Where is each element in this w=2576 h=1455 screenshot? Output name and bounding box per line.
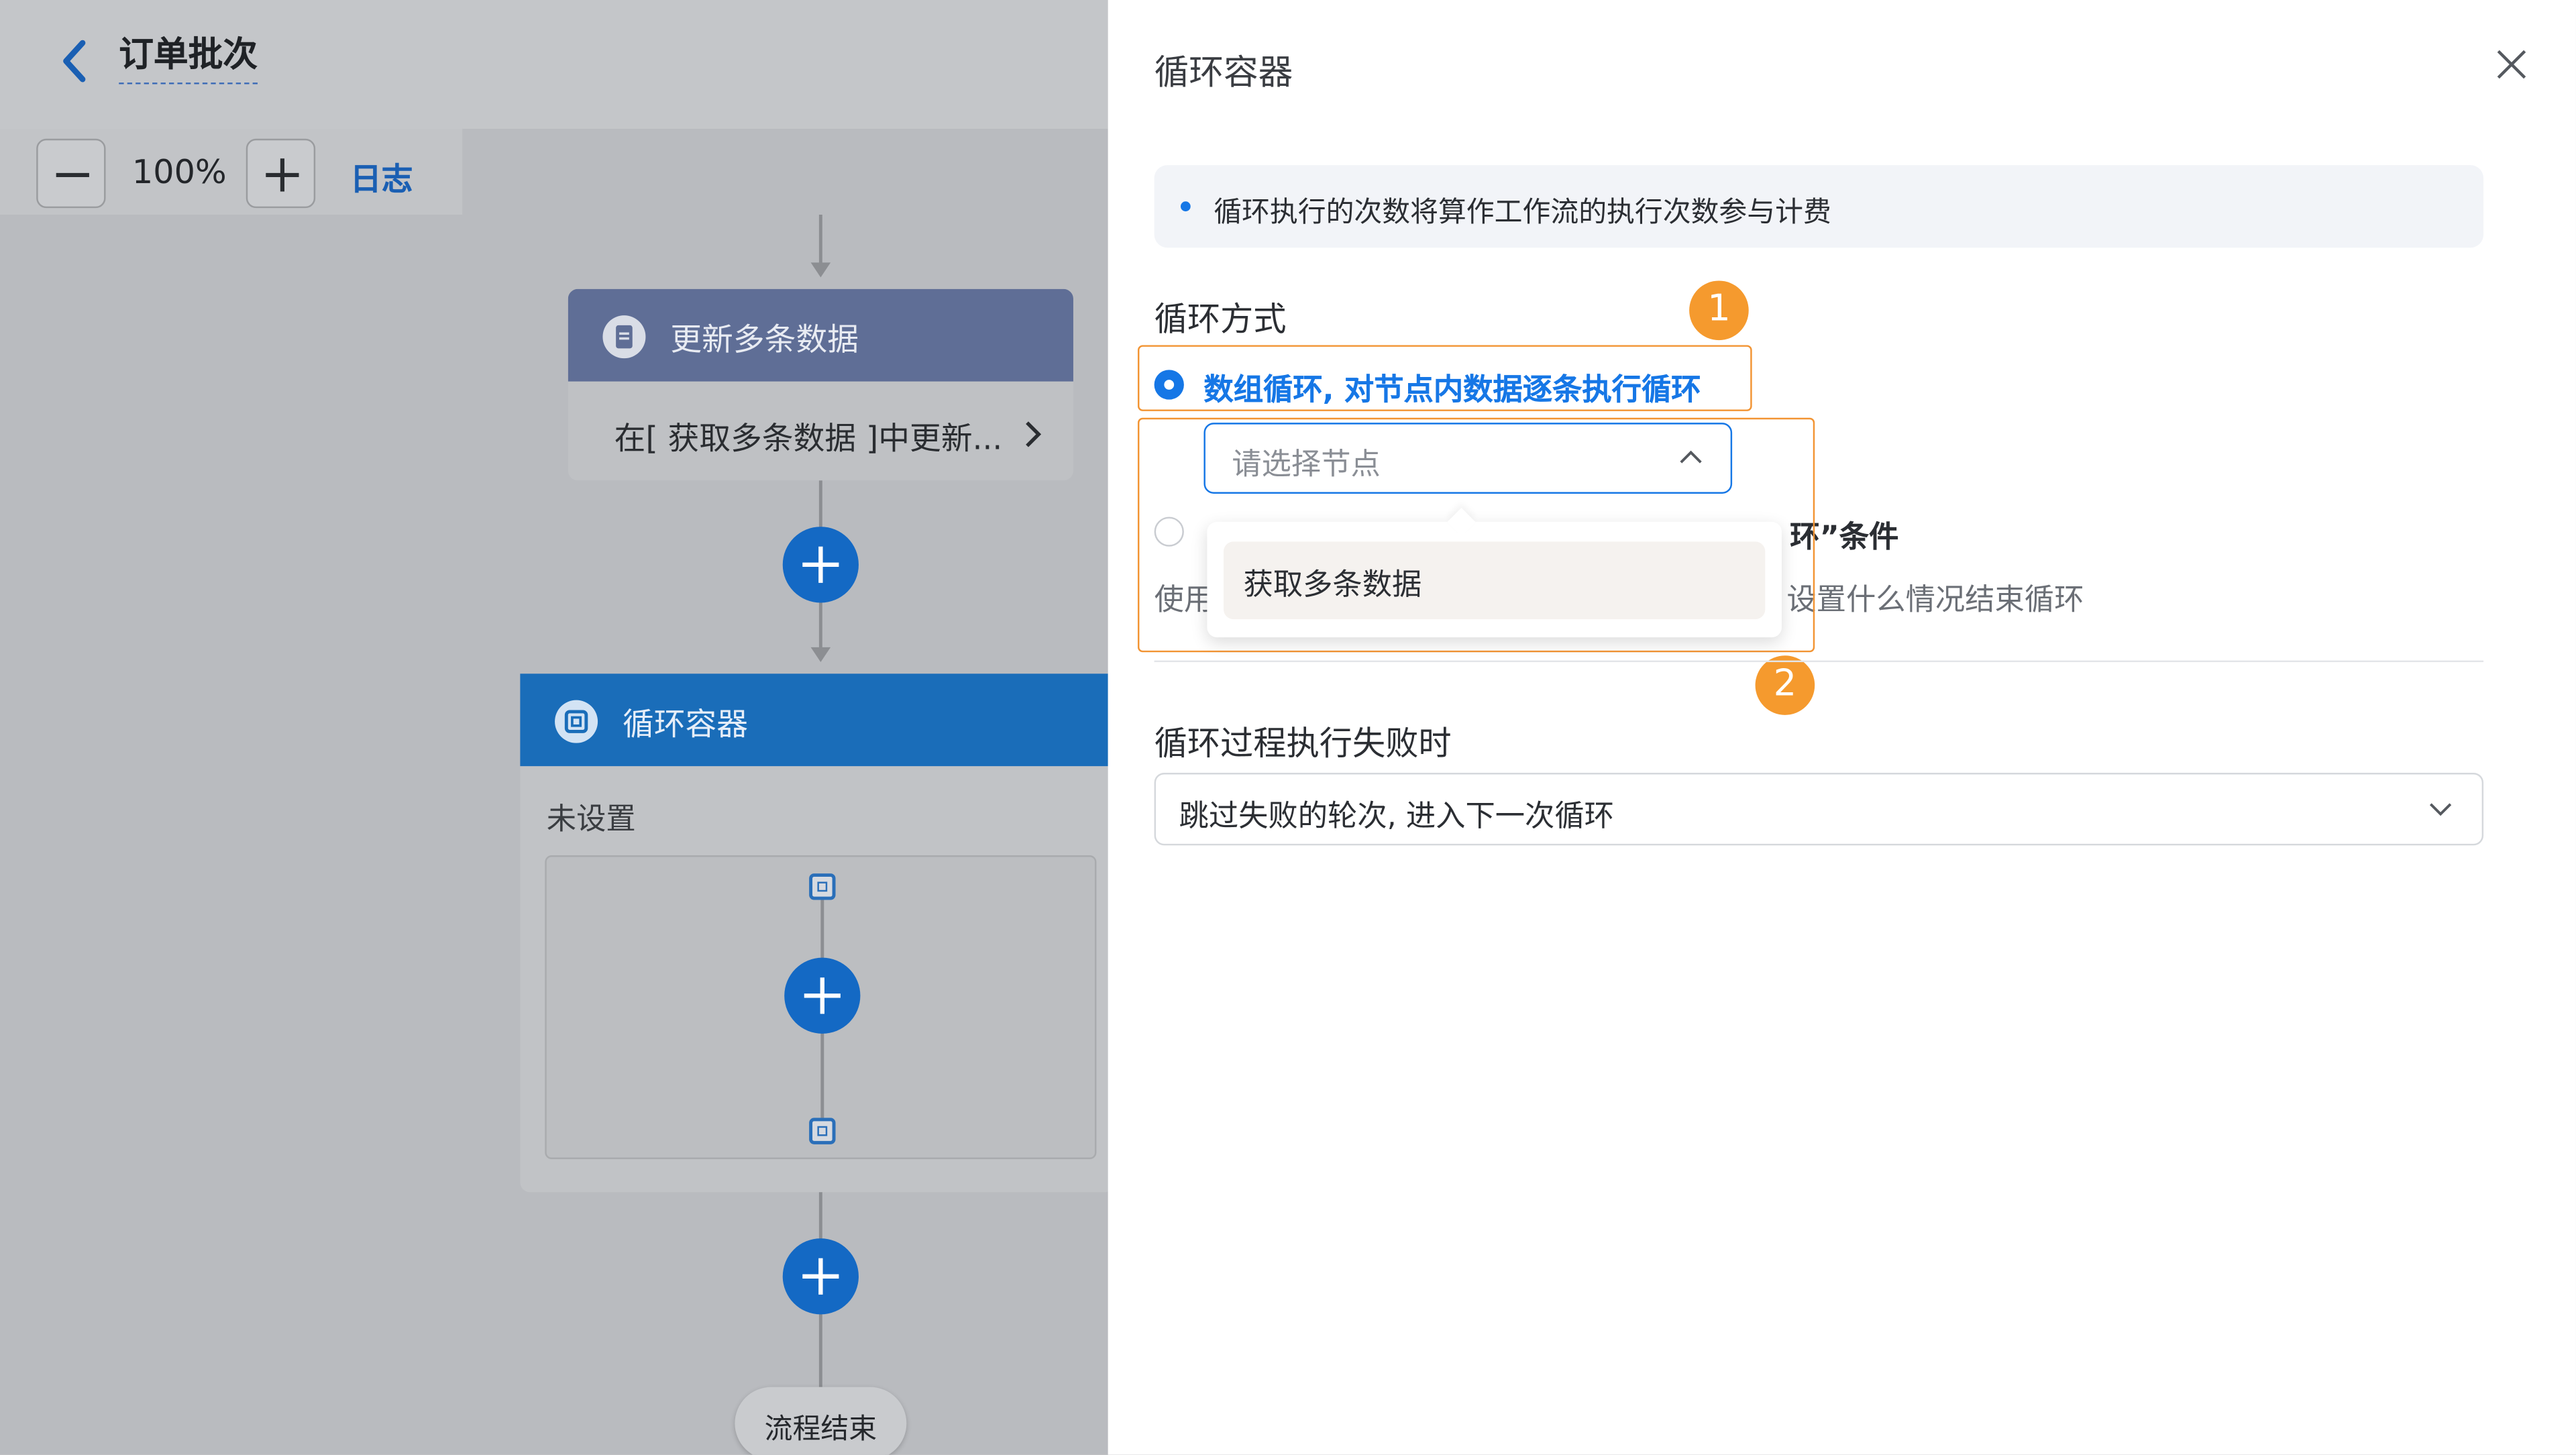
page-root: 订单批次 100% 日志 更新多条数据 在[ 获取多条数据 ]中更新... 循环… [0,0,2576,1455]
node-select[interactable]: 请选择节点 [1203,423,1733,494]
billing-notice: 循环执行的次数将算作工作流的执行次数参与计费 [1154,165,2484,248]
connector-arrow [810,262,831,278]
failure-policy-value: 跳过失败的轮次, 进入下一次循环 [1179,799,1615,834]
failure-label: 循环过程执行失败时 [1154,723,1452,763]
loop-icon [555,700,598,743]
loop-start-icon [809,873,836,900]
option-array-loop-label[interactable]: 数组循环, 对节点内数据逐条执行循环 [1203,366,1701,409]
loop-container-node[interactable]: 循环容器 未设置 [520,673,1108,1193]
plus-icon [802,546,839,583]
zoom-out-button[interactable] [36,138,106,209]
bullet-icon [1180,201,1191,212]
connector-line [818,214,822,264]
loop-end-icon [809,1118,836,1144]
node-dropdown-menu: 获取多条数据 [1207,507,1782,638]
connector-arrow [810,647,831,663]
log-link[interactable]: 日志 [350,155,413,199]
node-title: 循环容器 [622,706,749,743]
annotation-badge-2: 2 [1755,655,1815,715]
add-node-button[interactable] [782,1238,859,1315]
add-node-button[interactable] [782,527,859,603]
plus-icon [802,1258,839,1295]
document-icon [602,315,646,359]
top-bar: 订单批次 [0,0,1108,129]
zoom-in-button[interactable] [246,138,316,209]
node-title: 更新多条数据 [670,321,859,359]
plus-icon [804,977,841,1014]
flow-end-node: 流程结束 [735,1387,907,1455]
notice-text: 循环执行的次数将算作工作流的执行次数参与计费 [1214,196,1831,230]
node-header [520,673,1108,767]
radio-array-loop[interactable] [1154,370,1184,400]
dropdown-option[interactable]: 获取多条数据 [1223,541,1766,620]
add-node-button[interactable] [784,957,861,1034]
close-icon[interactable] [2495,48,2528,80]
dropdown-option-label: 获取多条数据 [1243,568,1422,603]
panel-title: 循环容器 [1154,52,1293,93]
back-arrow-icon[interactable] [56,36,96,86]
plus-icon [266,158,299,192]
flow-end-label: 流程结束 [764,1413,877,1447]
workflow-canvas[interactable]: 订单批次 100% 日志 更新多条数据 在[ 获取多条数据 ]中更新... 循环… [0,0,1108,1455]
loop-mode-label: 循环方式 [1154,299,1287,339]
chevron-right-icon [1026,421,1042,447]
hint-suffix: 设置什么情况结束循环 [1786,582,2084,618]
config-panel: 循环容器 循环执行的次数将算作工作流的执行次数参与计费 循环方式 1 数组循环,… [1108,0,2576,1455]
update-records-node[interactable]: 更新多条数据 在[ 获取多条数据 ]中更新... [568,288,1073,481]
chevron-up-icon [1680,450,1702,464]
loop-body-area[interactable] [545,855,1097,1159]
annotation-badge-1: 1 [1689,280,1749,341]
zoom-level: 100% [131,152,227,192]
node-select-placeholder: 请选择节点 [1232,447,1381,482]
failure-policy-select[interactable]: 跳过失败的轮次, 进入下一次循环 [1154,772,2484,846]
node-description: 在[ 获取多条数据 ]中更新... [614,421,1003,457]
divider [1154,660,2484,663]
node-status: 未设置 [546,802,636,837]
chevron-down-icon [2429,803,2452,816]
minus-icon [56,172,89,177]
page-title[interactable]: 订单批次 [119,33,258,85]
